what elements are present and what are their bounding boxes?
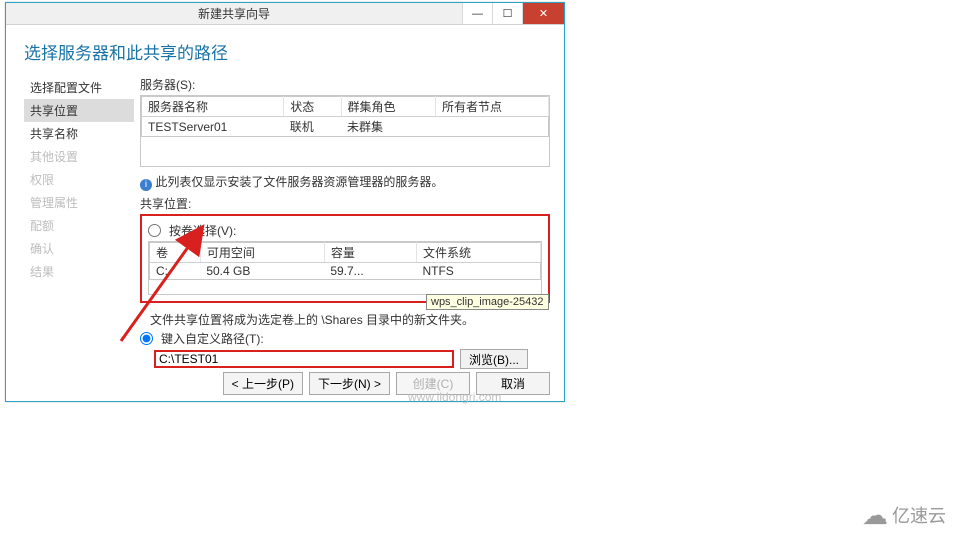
maximize-button[interactable]: ☐ (492, 3, 522, 24)
watermark-url: www.ildongri.com (408, 390, 501, 404)
brand-text: 亿速云 (892, 502, 946, 528)
sidebar-step[interactable]: 管理属性 (24, 191, 134, 214)
wizard-steps-sidebar: 选择配置文件共享位置共享名称其他设置权限管理属性配额确认结果 (24, 74, 134, 392)
volumes-row[interactable]: C:50.4 GB59.7...NTFS (150, 263, 541, 280)
volumes-col-header[interactable]: 容量 (324, 243, 416, 263)
custom-path-row: 浏览(B)... (154, 349, 550, 369)
servers-col-header[interactable]: 服务器名称 (142, 97, 284, 117)
brand-watermark: ☁ 亿速云 (862, 502, 946, 528)
browse-button[interactable]: 浏览(B)... (460, 349, 528, 369)
volumes-col-header[interactable]: 文件系统 (416, 243, 540, 263)
volumes-header-row: 卷可用空间容量文件系统 (150, 243, 541, 263)
page-heading: 选择服务器和此共享的路径 (6, 25, 564, 74)
sidebar-step[interactable]: 共享位置 (24, 99, 134, 122)
volumes-listbox[interactable]: 卷可用空间容量文件系统 C:50.4 GB59.7...NTFS (148, 241, 542, 295)
sidebar-step[interactable]: 其他设置 (24, 145, 134, 168)
servers-col-header[interactable]: 群集角色 (341, 97, 435, 117)
next-button[interactable]: 下一步(N) > (309, 372, 390, 395)
sidebar-step[interactable]: 配额 (24, 214, 134, 237)
sidebar-step[interactable]: 结果 (24, 260, 134, 283)
servers-note-text: 此列表仅显示安装了文件服务器资源管理器的服务器。 (155, 175, 443, 189)
wizard-body: 选择配置文件共享位置共享名称其他设置权限管理属性配额确认结果 服务器(S): 服… (6, 74, 564, 392)
sidebar-step[interactable]: 共享名称 (24, 122, 134, 145)
custom-path-label: 键入自定义路径(T): (161, 330, 264, 347)
by-volume-section: 按卷选择(V): 卷可用空间容量文件系统 C:50.4 GB59.7...NTF… (140, 214, 550, 303)
servers-table: 服务器名称状态群集角色所有者节点 TESTServer01联机未群集 (141, 96, 549, 137)
servers-header-row: 服务器名称状态群集角色所有者节点 (142, 97, 549, 117)
servers-listbox[interactable]: 服务器名称状态群集角色所有者节点 TESTServer01联机未群集 (140, 95, 550, 167)
by-volume-radio-row: 按卷选择(V): (148, 222, 542, 239)
wizard-window: 新建共享向导 — ☐ ✕ 选择服务器和此共享的路径 选择配置文件共享位置共享名称… (5, 2, 565, 402)
cloud-icon: ☁ (862, 502, 888, 528)
wizard-content: 服务器(S): 服务器名称状态群集角色所有者节点 TESTServer01联机未… (134, 74, 564, 392)
by-volume-label: 按卷选择(V): (169, 222, 236, 239)
servers-label: 服务器(S): (140, 76, 550, 93)
info-icon: i (140, 179, 152, 191)
image-tooltip: wps_clip_image-25432 (426, 294, 549, 310)
window-title: 新建共享向导 (6, 5, 462, 22)
servers-col-header[interactable]: 状态 (284, 97, 341, 117)
servers-col-header[interactable]: 所有者节点 (435, 97, 548, 117)
shares-path-note: 文件共享位置将成为选定卷上的 \Shares 目录中的新文件夹。 (150, 311, 550, 328)
volumes-col-header[interactable]: 可用空间 (200, 243, 324, 263)
servers-note: i 此列表仅显示安装了文件服务器资源管理器的服务器。 (140, 173, 550, 191)
custom-path-input[interactable] (154, 350, 454, 368)
sidebar-step[interactable]: 权限 (24, 168, 134, 191)
volumes-table: 卷可用空间容量文件系统 C:50.4 GB59.7...NTFS (149, 242, 541, 280)
titlebar: 新建共享向导 — ☐ ✕ (6, 3, 564, 25)
window-buttons: — ☐ ✕ (462, 3, 564, 24)
sidebar-step[interactable]: 确认 (24, 237, 134, 260)
prev-button[interactable]: < 上一步(P) (223, 372, 303, 395)
close-button[interactable]: ✕ (522, 3, 564, 24)
custom-path-radio[interactable] (140, 332, 153, 345)
servers-row[interactable]: TESTServer01联机未群集 (142, 117, 549, 137)
custom-path-radio-row: 键入自定义路径(T): (140, 330, 550, 347)
sidebar-step[interactable]: 选择配置文件 (24, 76, 134, 99)
minimize-button[interactable]: — (462, 3, 492, 24)
volumes-col-header[interactable]: 卷 (150, 243, 201, 263)
by-volume-radio[interactable] (148, 224, 161, 237)
share-location-legend: 共享位置: (140, 195, 550, 212)
